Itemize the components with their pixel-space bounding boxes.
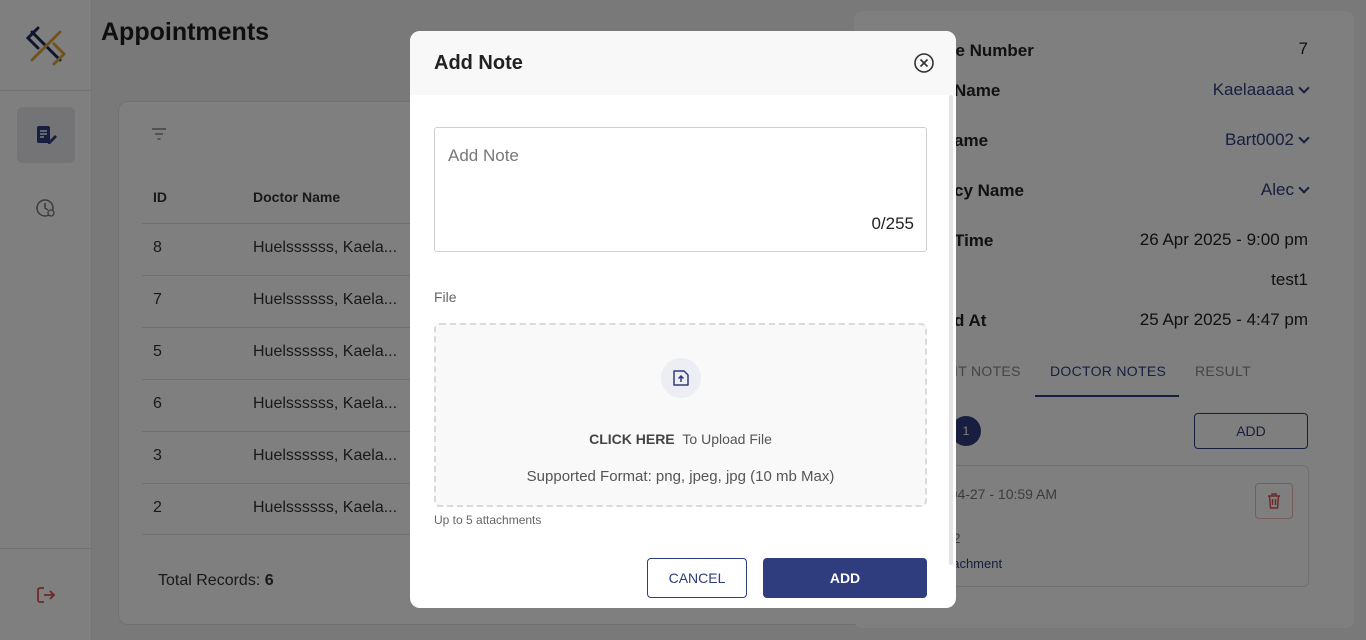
upload-icon-wrap [661, 358, 701, 398]
note-textarea[interactable]: Add Note 0/255 [434, 127, 927, 252]
add-button[interactable]: ADD [763, 558, 927, 598]
cancel-button[interactable]: CANCEL [647, 558, 747, 598]
upload-text: To Upload File [682, 431, 772, 447]
add-note-modal: Add Note Add Note 0/255 File CLICK HERE … [410, 31, 956, 608]
upload-cta[interactable]: CLICK HERE [589, 431, 675, 447]
attachment-limit: Up to 5 attachments [434, 513, 542, 527]
file-label: File [434, 289, 457, 305]
upload-instruction: CLICK HERE To Upload File [436, 431, 925, 447]
file-dropzone[interactable]: CLICK HERE To Upload File Supported Form… [434, 323, 927, 507]
modal-scrollbar[interactable] [949, 95, 953, 565]
note-placeholder: Add Note [448, 146, 519, 165]
close-icon[interactable] [913, 52, 935, 74]
character-counter: 0/255 [871, 214, 914, 233]
supported-format: Supported Format: png, jpeg, jpg (10 mb … [526, 468, 835, 485]
modal-title: Add Note [434, 52, 523, 74]
modal-header: Add Note [410, 31, 956, 95]
upload-file-icon [673, 370, 689, 386]
